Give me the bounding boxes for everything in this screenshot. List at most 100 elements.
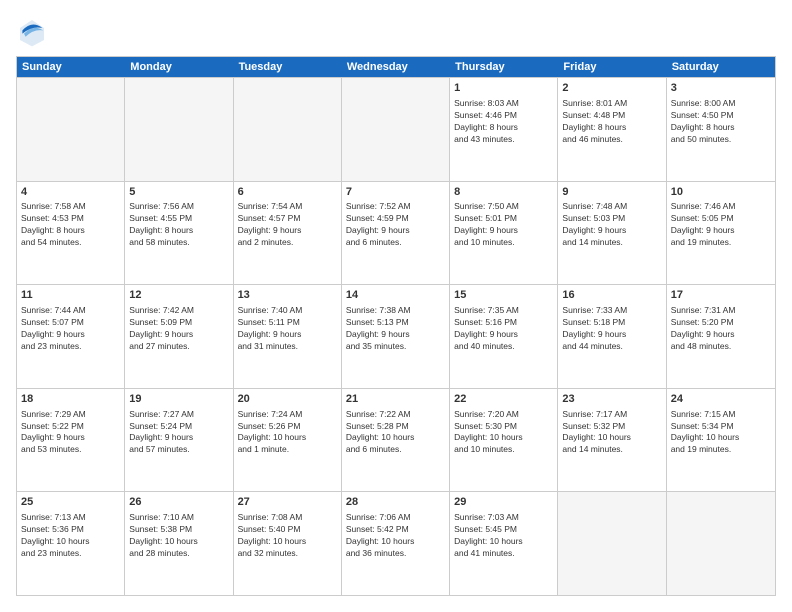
cell-date: 21: [346, 392, 445, 407]
calendar-cell: 12 Sunrise: 7:42 AM Sunset: 5:09 PM Dayli…: [125, 285, 233, 388]
calendar-cell: 14 Sunrise: 7:38 AM Sunset: 5:13 PM Dayli…: [342, 285, 450, 388]
cell-date: 24: [671, 392, 771, 407]
weekday-header-saturday: Saturday: [667, 57, 775, 77]
cell-info: Sunrise: 7:46 AM Sunset: 5:05 PM Dayligh…: [671, 201, 771, 249]
calendar-cell: 2Sunrise: 8:01 AM Sunset: 4:48 PM Daylig…: [558, 78, 666, 181]
cell-info: Sunrise: 8:03 AM Sunset: 4:46 PM Dayligh…: [454, 98, 553, 146]
cell-date: 3: [671, 81, 771, 96]
calendar-cell: 21 Sunrise: 7:22 AM Sunset: 5:28 PM Dayli…: [342, 389, 450, 492]
calendar: SundayMondayTuesdayWednesdayThursdayFrid…: [16, 56, 776, 596]
calendar-cell: 9Sunrise: 7:48 AM Sunset: 5:03 PM Daylig…: [558, 182, 666, 285]
calendar-cell: 13 Sunrise: 7:40 AM Sunset: 5:11 PM Dayli…: [234, 285, 342, 388]
calendar-row-0: 1 Sunrise: 8:03 AM Sunset: 4:46 PM Daylig…: [17, 77, 775, 181]
cell-info: Sunrise: 7:31 AM Sunset: 5:20 PM Dayligh…: [671, 305, 771, 353]
cell-date: 4: [21, 185, 120, 200]
cell-date: 22: [454, 392, 553, 407]
weekday-header-wednesday: Wednesday: [342, 57, 450, 77]
cell-info: Sunrise: 7:22 AM Sunset: 5:28 PM Dayligh…: [346, 409, 445, 457]
calendar-cell: 20 Sunrise: 7:24 AM Sunset: 5:26 PM Dayli…: [234, 389, 342, 492]
calendar-cell: [17, 78, 125, 181]
cell-info: Sunrise: 7:52 AM Sunset: 4:59 PM Dayligh…: [346, 201, 445, 249]
weekday-header-thursday: Thursday: [450, 57, 558, 77]
cell-info: Sunrise: 7:54 AM Sunset: 4:57 PM Dayligh…: [238, 201, 337, 249]
calendar-row-4: 25 Sunrise: 7:13 AM Sunset: 5:36 PM Dayli…: [17, 491, 775, 595]
cell-date: 16: [562, 288, 661, 303]
cell-date: 7: [346, 185, 445, 200]
cell-info: Sunrise: 7:58 AM Sunset: 4:53 PM Dayligh…: [21, 201, 120, 249]
calendar-row-2: 11 Sunrise: 7:44 AM Sunset: 5:07 PM Dayli…: [17, 284, 775, 388]
logo-icon: [16, 16, 48, 48]
calendar-header: SundayMondayTuesdayWednesdayThursdayFrid…: [17, 57, 775, 77]
calendar-cell: [558, 492, 666, 595]
cell-info: Sunrise: 7:33 AM Sunset: 5:18 PM Dayligh…: [562, 305, 661, 353]
cell-date: 5: [129, 185, 228, 200]
calendar-cell: 6Sunrise: 7:54 AM Sunset: 4:57 PM Daylig…: [234, 182, 342, 285]
calendar-cell: 5Sunrise: 7:56 AM Sunset: 4:55 PM Daylig…: [125, 182, 233, 285]
calendar-cell: 25 Sunrise: 7:13 AM Sunset: 5:36 PM Dayli…: [17, 492, 125, 595]
calendar-cell: 1 Sunrise: 8:03 AM Sunset: 4:46 PM Daylig…: [450, 78, 558, 181]
cell-date: 11: [21, 288, 120, 303]
calendar-cell: [342, 78, 450, 181]
cell-date: 26: [129, 495, 228, 510]
cell-date: 25: [21, 495, 120, 510]
cell-date: 9: [562, 185, 661, 200]
cell-date: 18: [21, 392, 120, 407]
calendar-cell: 3 Sunrise: 8:00 AM Sunset: 4:50 PM Daylig…: [667, 78, 775, 181]
cell-date: 14: [346, 288, 445, 303]
calendar-cell: 27 Sunrise: 7:08 AM Sunset: 5:40 PM Dayli…: [234, 492, 342, 595]
cell-date: 6: [238, 185, 337, 200]
cell-date: 17: [671, 288, 771, 303]
cell-date: 27: [238, 495, 337, 510]
cell-date: 28: [346, 495, 445, 510]
cell-info: Sunrise: 7:13 AM Sunset: 5:36 PM Dayligh…: [21, 512, 120, 560]
calendar-cell: 22Sunrise: 7:20 AM Sunset: 5:30 PM Dayli…: [450, 389, 558, 492]
calendar-row-1: 4Sunrise: 7:58 AM Sunset: 4:53 PM Daylig…: [17, 181, 775, 285]
calendar-cell: 16 Sunrise: 7:33 AM Sunset: 5:18 PM Dayli…: [558, 285, 666, 388]
cell-date: 13: [238, 288, 337, 303]
weekday-header-friday: Friday: [558, 57, 666, 77]
calendar-cell: 11 Sunrise: 7:44 AM Sunset: 5:07 PM Dayli…: [17, 285, 125, 388]
calendar-cell: 24 Sunrise: 7:15 AM Sunset: 5:34 PM Dayli…: [667, 389, 775, 492]
calendar-cell: [234, 78, 342, 181]
cell-info: Sunrise: 7:40 AM Sunset: 5:11 PM Dayligh…: [238, 305, 337, 353]
logo: [16, 16, 52, 48]
calendar-cell: [667, 492, 775, 595]
calendar-body: 1 Sunrise: 8:03 AM Sunset: 4:46 PM Daylig…: [17, 77, 775, 595]
cell-info: Sunrise: 7:56 AM Sunset: 4:55 PM Dayligh…: [129, 201, 228, 249]
cell-date: 2: [562, 81, 661, 96]
calendar-cell: 26 Sunrise: 7:10 AM Sunset: 5:38 PM Dayli…: [125, 492, 233, 595]
cell-date: 20: [238, 392, 337, 407]
calendar-cell: 19Sunrise: 7:27 AM Sunset: 5:24 PM Dayli…: [125, 389, 233, 492]
cell-info: Sunrise: 7:17 AM Sunset: 5:32 PM Dayligh…: [562, 409, 661, 457]
cell-info: Sunrise: 7:50 AM Sunset: 5:01 PM Dayligh…: [454, 201, 553, 249]
page-header: [16, 16, 776, 48]
calendar-cell: [125, 78, 233, 181]
cell-info: Sunrise: 7:06 AM Sunset: 5:42 PM Dayligh…: [346, 512, 445, 560]
cell-info: Sunrise: 8:00 AM Sunset: 4:50 PM Dayligh…: [671, 98, 771, 146]
calendar-cell: 7Sunrise: 7:52 AM Sunset: 4:59 PM Daylig…: [342, 182, 450, 285]
weekday-header-monday: Monday: [125, 57, 233, 77]
cell-info: Sunrise: 7:38 AM Sunset: 5:13 PM Dayligh…: [346, 305, 445, 353]
weekday-header-sunday: Sunday: [17, 57, 125, 77]
cell-date: 29: [454, 495, 553, 510]
calendar-cell: 4Sunrise: 7:58 AM Sunset: 4:53 PM Daylig…: [17, 182, 125, 285]
calendar-cell: 28 Sunrise: 7:06 AM Sunset: 5:42 PM Dayli…: [342, 492, 450, 595]
cell-info: Sunrise: 7:08 AM Sunset: 5:40 PM Dayligh…: [238, 512, 337, 560]
cell-info: Sunrise: 7:10 AM Sunset: 5:38 PM Dayligh…: [129, 512, 228, 560]
cell-date: 1: [454, 81, 553, 96]
calendar-row-3: 18 Sunrise: 7:29 AM Sunset: 5:22 PM Dayli…: [17, 388, 775, 492]
cell-info: Sunrise: 7:27 AM Sunset: 5:24 PM Dayligh…: [129, 409, 228, 457]
cell-info: Sunrise: 7:29 AM Sunset: 5:22 PM Dayligh…: [21, 409, 120, 457]
calendar-cell: 15 Sunrise: 7:35 AM Sunset: 5:16 PM Dayli…: [450, 285, 558, 388]
cell-info: Sunrise: 7:44 AM Sunset: 5:07 PM Dayligh…: [21, 305, 120, 353]
page: SundayMondayTuesdayWednesdayThursdayFrid…: [0, 0, 792, 612]
cell-info: Sunrise: 7:35 AM Sunset: 5:16 PM Dayligh…: [454, 305, 553, 353]
cell-info: Sunrise: 7:15 AM Sunset: 5:34 PM Dayligh…: [671, 409, 771, 457]
cell-date: 12: [129, 288, 228, 303]
calendar-cell: 17 Sunrise: 7:31 AM Sunset: 5:20 PM Dayli…: [667, 285, 775, 388]
cell-date: 15: [454, 288, 553, 303]
cell-info: Sunrise: 7:42 AM Sunset: 5:09 PM Dayligh…: [129, 305, 228, 353]
cell-info: Sunrise: 7:48 AM Sunset: 5:03 PM Dayligh…: [562, 201, 661, 249]
calendar-cell: 10Sunrise: 7:46 AM Sunset: 5:05 PM Dayli…: [667, 182, 775, 285]
cell-info: Sunrise: 7:24 AM Sunset: 5:26 PM Dayligh…: [238, 409, 337, 457]
